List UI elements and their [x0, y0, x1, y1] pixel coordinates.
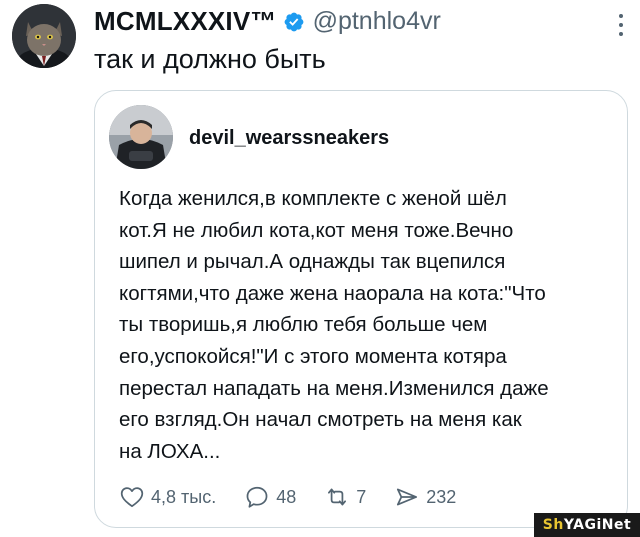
- quoted-text-line: кот.Я не любил кота,кот меня тоже.Вечно: [119, 218, 514, 242]
- watermark-logo: Sh YAGiNet: [534, 513, 640, 537]
- share-count: 232: [426, 486, 457, 507]
- quoted-text-line: его,успокойся!"И с этого момента котяра: [119, 344, 507, 368]
- author-name[interactable]: MCMLXXXIV™: [94, 6, 277, 37]
- quoted-text-line: ты творишь,я люблю тебя больше чем: [119, 313, 488, 337]
- reply-button[interactable]: 48: [244, 484, 296, 510]
- reply-count: 48: [276, 486, 297, 507]
- quoted-author-avatar[interactable]: [109, 105, 173, 169]
- quoted-text-line: перестал нападать на меня.Изменился даже: [119, 376, 549, 400]
- author-avatar[interactable]: [12, 4, 76, 68]
- quoted-text-line: на ЛОХА...: [119, 439, 221, 463]
- quoted-text-line: шипел и рычал.А однажды так вцепился: [119, 250, 506, 274]
- cat-portrait-icon: [12, 4, 76, 68]
- quoted-text-line: Когда женился,в комплекте с женой шёл: [119, 187, 507, 210]
- tweet-page: MCMLXXXIV™ @ptnhlo4vr так и должно быть …: [0, 0, 640, 537]
- author-handle[interactable]: @ptnhlo4vr: [313, 7, 441, 36]
- quoted-text-line: когтями,что даже жена наорала на кота:"Ч…: [119, 281, 546, 305]
- repost-arrows-icon: [328, 488, 347, 506]
- quoted-text: Когда женился,в комплекте с женой шёл ко…: [119, 183, 611, 467]
- tweet-header: MCMLXXXIV™ @ptnhlo4vr: [94, 6, 441, 37]
- quoted-username[interactable]: devil_wearssneakers: [189, 127, 389, 150]
- repost-button[interactable]: 7: [324, 484, 366, 510]
- quoted-text-line: его взгляд.Он начал смотреть на меня как: [119, 408, 522, 432]
- more-dots-icon[interactable]: [618, 14, 624, 36]
- repost-count: 7: [356, 486, 367, 507]
- share-button[interactable]: 232: [394, 484, 456, 510]
- tweet-text: так и должно быть: [94, 44, 326, 74]
- like-count: 4,8 тыс.: [151, 486, 217, 507]
- heart-icon: [120, 487, 144, 508]
- send-arrow-icon: [397, 488, 418, 506]
- like-button[interactable]: 4,8 тыс.: [119, 484, 216, 510]
- verified-badge-icon: [284, 12, 303, 31]
- quoted-post[interactable]: devil_wearssneakers Когда женился,в комп…: [94, 90, 628, 528]
- reply-bubble-icon: [246, 486, 268, 508]
- quoted-actions-bar: 4,8 тыс. 48 7 232: [119, 483, 484, 511]
- person-photo-icon: [109, 105, 173, 169]
